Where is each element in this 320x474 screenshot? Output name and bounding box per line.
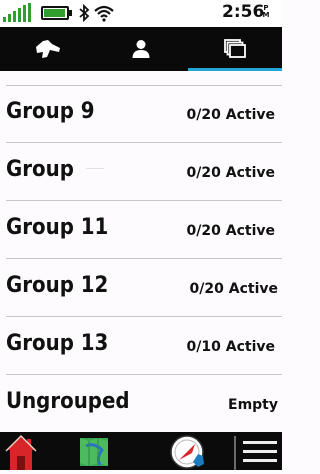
group-status: 0/20 Active (186, 223, 275, 239)
list-item-group[interactable]: Group 0/20 Active (6, 143, 282, 201)
group-name: Group (6, 157, 74, 182)
group-name: Group 9 (6, 99, 95, 124)
hound-dog-icon (36, 40, 60, 58)
name-underline-mark (86, 168, 104, 169)
stacked-windows-icon (224, 39, 246, 58)
tab-dogs[interactable] (0, 27, 94, 71)
group-name: Group 11 (6, 215, 109, 240)
group-status: 0/20 Active (186, 165, 275, 181)
clock-ampm: P M (262, 4, 270, 19)
list-item-group[interactable]: Group 13 0/10 Active (6, 317, 282, 375)
home-button[interactable] (4, 432, 38, 470)
compass-button[interactable] (168, 432, 208, 470)
group-status: 0/20 Active (189, 281, 278, 297)
menu-icon (243, 441, 277, 462)
battery-icon (41, 6, 69, 20)
active-tab-indicator (188, 68, 282, 71)
tab-bar (0, 27, 282, 71)
status-bar: 2:56 P M (0, 0, 282, 27)
map-icon (80, 438, 108, 466)
battery-tip (69, 10, 72, 16)
group-name: Group 12 (6, 273, 109, 298)
group-name: Group 13 (6, 331, 109, 356)
group-status: 0/10 Active (186, 339, 275, 355)
list-item-group[interactable]: Ungrouped Empty (6, 375, 282, 433)
group-status: 0/20 Active (186, 107, 275, 123)
group-name: Ungrouped (6, 389, 130, 414)
bottom-nav-bar (0, 432, 282, 470)
wifi-icon (94, 5, 114, 22)
home-icon (5, 435, 37, 470)
compass-dog-icon (170, 435, 204, 469)
clock-time: 2:56 (222, 2, 265, 22)
tab-contacts[interactable] (94, 27, 188, 71)
nav-divider (234, 436, 236, 470)
tab-groups[interactable] (188, 27, 282, 71)
list-item-group[interactable]: Group 12 0/20 Active (6, 259, 282, 317)
group-list[interactable]: Group 9 0/20 Active Group 0/20 Active Gr… (0, 85, 282, 433)
map-button[interactable] (78, 432, 110, 470)
list-item-group[interactable]: Group 9 0/20 Active (6, 85, 282, 143)
menu-button[interactable] (240, 432, 280, 470)
list-item-group[interactable]: Group 11 0/20 Active (6, 201, 282, 259)
person-icon (132, 40, 150, 58)
group-status: Empty (228, 397, 278, 413)
bluetooth-icon (79, 4, 90, 22)
